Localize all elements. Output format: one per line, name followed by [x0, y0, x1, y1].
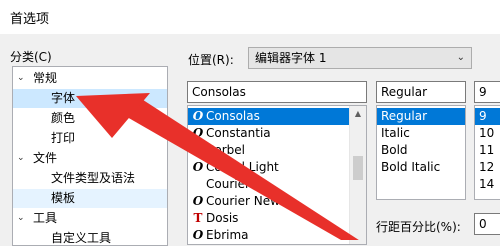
annotation-arrow	[76, 93, 359, 240]
arrow-shaft	[120, 96, 359, 240]
